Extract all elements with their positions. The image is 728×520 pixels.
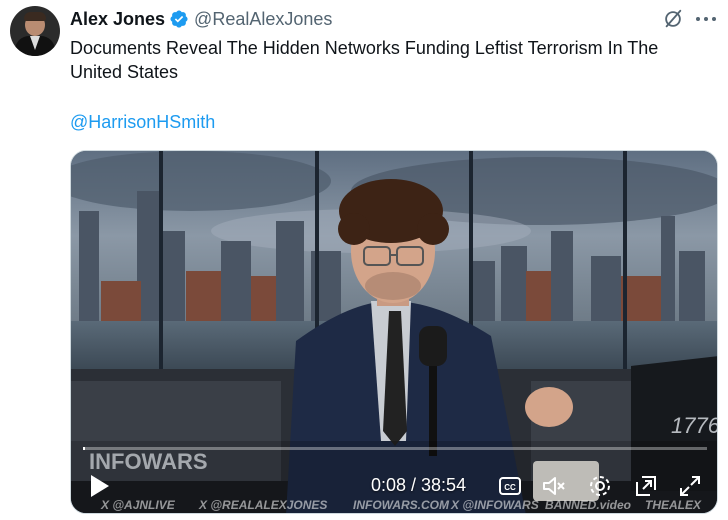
mention-link[interactable]: @HarrisonHSmith	[70, 110, 215, 134]
video-watermarks: X @AJNLIVE X @REALALEXJONES INFOWARS.COM…	[71, 496, 717, 513]
time-display: 0:08 / 38:54	[371, 475, 467, 495]
video-player[interactable]: 1776 INFOWARS 0:08 / 38:54 CC X @AJNLIVE…	[70, 150, 718, 514]
watermark-realalexjones: X @REALALEXJONES	[199, 498, 328, 512]
author-avatar[interactable]	[10, 6, 60, 56]
progress-bar[interactable]	[83, 447, 707, 450]
watermark-ajnlive: X @AJNLIVE	[101, 498, 175, 512]
watermark-infowars-com: INFOWARS.COM	[353, 498, 449, 512]
tweet-text: Documents Reveal The Hidden Networks Fun…	[70, 38, 659, 82]
watermark-thealex: THEALEX	[645, 498, 702, 512]
watermark-banned-video: BANNED.video	[545, 498, 632, 512]
svg-text:1776: 1776	[671, 413, 718, 438]
watermark-infowars: X @INFOWARS	[451, 498, 539, 512]
more-options-icon[interactable]	[694, 8, 718, 30]
video-frame: 1776 INFOWARS	[71, 151, 718, 513]
grok-icon[interactable]	[662, 8, 684, 30]
svg-text:CC: CC	[504, 483, 516, 492]
author-handle[interactable]: @RealAlexJones	[194, 9, 332, 30]
progress-fill	[83, 447, 86, 450]
tweet-header: Alex Jones @RealAlexJones	[70, 8, 332, 30]
verified-badge-icon	[170, 10, 188, 28]
author-name[interactable]: Alex Jones	[70, 9, 165, 30]
